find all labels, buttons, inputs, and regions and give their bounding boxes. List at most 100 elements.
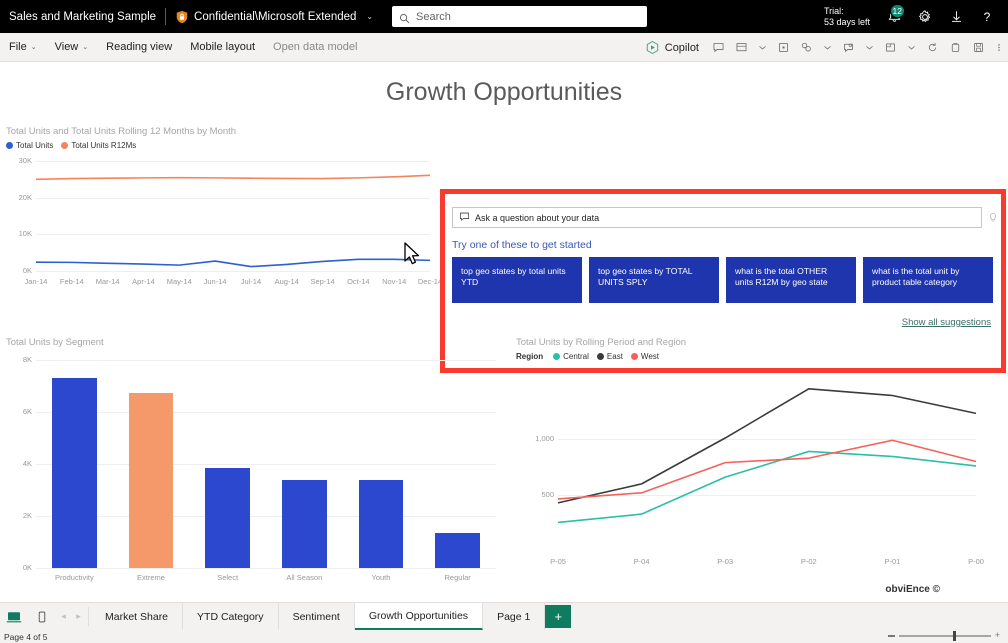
legend-item-central[interactable]: Central — [553, 352, 589, 361]
zoom-out-icon[interactable] — [888, 635, 895, 637]
zoom-slider-track[interactable] — [899, 635, 991, 637]
add-page-button[interactable]: + — [545, 605, 571, 628]
gridline — [36, 568, 496, 569]
x-axis-tick-label: Jan-14 — [18, 277, 54, 286]
legend-label: Total Units R12Ms — [71, 141, 136, 150]
x-axis-tick-label: Sep-14 — [305, 277, 341, 286]
bar[interactable] — [435, 533, 479, 568]
y-axis-tick-label: 4K — [10, 459, 32, 468]
zoom-slider[interactable]: + — [888, 632, 1000, 639]
x-axis-tick-label: Jun-14 — [197, 277, 233, 286]
duplicate-icon[interactable] — [944, 33, 967, 62]
subscribe-icon[interactable] — [772, 33, 795, 62]
sensitivity-label-button[interactable]: Confidential\Microsoft Extended ⌄ — [175, 10, 373, 24]
search-input[interactable]: Search — [392, 6, 647, 27]
svg-text:?: ? — [984, 10, 991, 24]
visual-total-units-rolling-line-chart[interactable]: Total Units and Total Units Rolling 12 M… — [6, 126, 434, 306]
page-tab-page-1[interactable]: Page 1 — [483, 603, 545, 630]
x-axis-tick-label: Dec-14 — [412, 277, 448, 286]
watermark: obviEnce © — [885, 584, 940, 595]
desktop-view-icon[interactable] — [0, 603, 28, 630]
bar[interactable] — [129, 393, 173, 569]
x-axis-tick-label: Jul-14 — [233, 277, 269, 286]
x-axis-tick-label: Productivity — [36, 573, 113, 582]
visual-total-units-by-rolling-period-region-line-chart[interactable]: Total Units by Rolling Period and Region… — [516, 337, 1002, 592]
legend-label: West — [641, 352, 659, 361]
shield-lock-icon — [175, 10, 189, 24]
zoom-slider-thumb[interactable] — [953, 631, 956, 641]
plot-area: 0K10K20K30KJan-14Feb-14Mar-14Apr-14May-1… — [6, 153, 434, 293]
chevron-down-icon[interactable] — [753, 33, 772, 62]
legend-item-total-units-r12ms[interactable]: Total Units R12Ms — [61, 141, 136, 150]
menu-view[interactable]: View ⌄ — [46, 33, 98, 62]
download-icon[interactable] — [941, 0, 971, 33]
top-navigation-bar: Sales and Marketing Sample Confidential\… — [0, 0, 1008, 33]
page-tab-sentiment[interactable]: Sentiment — [279, 603, 355, 630]
visual-title: Total Units by Segment — [6, 337, 506, 348]
save-icon[interactable] — [967, 33, 990, 62]
line-series — [558, 451, 976, 522]
legend-title: Region — [516, 352, 543, 361]
line-series — [558, 440, 976, 499]
toolbar-actions: Copilot — [637, 33, 1008, 62]
x-axis-tick-label: P-00 — [934, 557, 1008, 566]
gridline — [36, 464, 496, 465]
y-axis-tick-label: 6K — [10, 407, 32, 416]
page-tab-growth-opportunities[interactable]: Growth Opportunities — [355, 603, 483, 630]
legend-item-total-units[interactable]: Total Units — [6, 141, 53, 150]
help-icon[interactable]: ? — [972, 0, 1002, 33]
qna-suggestion-button-4[interactable]: what is the total unit by product table … — [863, 257, 993, 303]
bookmark-icon[interactable] — [730, 33, 753, 62]
chat-in-teams-icon[interactable] — [837, 33, 860, 62]
plot-area: 0K2K4K6K8KProductivityExtremeSelectAll S… — [6, 352, 506, 592]
refresh-icon[interactable] — [921, 33, 944, 62]
chart-legend: Region Central East West — [516, 352, 1002, 361]
zoom-in-icon[interactable]: + — [995, 632, 1000, 639]
x-axis-tick-label: Oct-14 — [340, 277, 376, 286]
show-all-suggestions-link[interactable]: Show all suggestions — [902, 317, 991, 328]
visual-total-units-by-segment-bar-chart[interactable]: Total Units by Segment 0K2K4K6K8KProduct… — [6, 337, 506, 592]
comment-icon[interactable] — [707, 33, 730, 62]
page-title: Growth Opportunities — [0, 78, 1008, 107]
menu-reading-view[interactable]: Reading view — [97, 33, 181, 62]
copilot-button[interactable]: Copilot — [637, 40, 707, 55]
more-icon[interactable] — [990, 33, 1008, 62]
bar[interactable] — [52, 378, 96, 568]
bar[interactable] — [205, 468, 249, 568]
page-tab-ytd-category[interactable]: YTD Category — [183, 603, 279, 630]
menu-file[interactable]: File ⌄ — [0, 33, 46, 62]
phone-view-icon[interactable] — [28, 603, 56, 630]
qna-tips-icon[interactable] — [987, 211, 999, 229]
page-indicator: Page 4 of 5 — [0, 632, 47, 642]
workspace-title[interactable]: Sales and Marketing Sample — [0, 11, 156, 23]
chevron-down-icon[interactable] — [818, 33, 837, 62]
share-icon[interactable] — [795, 33, 818, 62]
qna-suggestion-button-3[interactable]: what is the total OTHER units R12M by ge… — [726, 257, 856, 303]
gear-icon[interactable] — [910, 0, 940, 33]
plot-area: 5001,000P-05P-04P-03P-02P-01P-00 — [516, 364, 1002, 579]
bell-icon[interactable]: 12 — [879, 0, 909, 33]
page-tab-market-share[interactable]: Market Share — [91, 603, 183, 630]
bar[interactable] — [282, 480, 326, 568]
legend-item-east[interactable]: East — [597, 352, 623, 361]
menu-mobile-layout[interactable]: Mobile layout — [181, 33, 264, 62]
chevron-down-icon[interactable] — [860, 33, 879, 62]
page-tab-bar: ◂ ▸ Market Share YTD Category Sentiment … — [0, 602, 1008, 630]
search-icon — [399, 11, 410, 22]
x-axis-tick-label: P-04 — [600, 557, 684, 566]
x-axis-tick-label: Mar-14 — [90, 277, 126, 286]
qna-input-placeholder: Ask a question about your data — [475, 213, 599, 223]
next-page-arrow-icon[interactable]: ▸ — [71, 603, 86, 630]
qna-suggestion-button-2[interactable]: top geo states by TOTAL UNITS SPLY — [589, 257, 719, 303]
legend-item-west[interactable]: West — [631, 352, 659, 361]
qna-suggestion-list: top geo states by total units YTD top ge… — [452, 257, 993, 303]
export-icon[interactable] — [879, 33, 902, 62]
y-axis-tick-label: 0K — [10, 563, 32, 572]
bar[interactable] — [359, 480, 403, 568]
qna-question-input[interactable]: Ask a question about your data — [452, 207, 982, 228]
qna-suggestion-button-1[interactable]: top geo states by total units YTD — [452, 257, 582, 303]
chevron-down-icon[interactable] — [902, 33, 921, 62]
menu-open-data-model[interactable]: Open data model — [264, 33, 366, 62]
copilot-label: Copilot — [665, 42, 699, 54]
prev-page-arrow-icon[interactable]: ◂ — [56, 603, 71, 630]
